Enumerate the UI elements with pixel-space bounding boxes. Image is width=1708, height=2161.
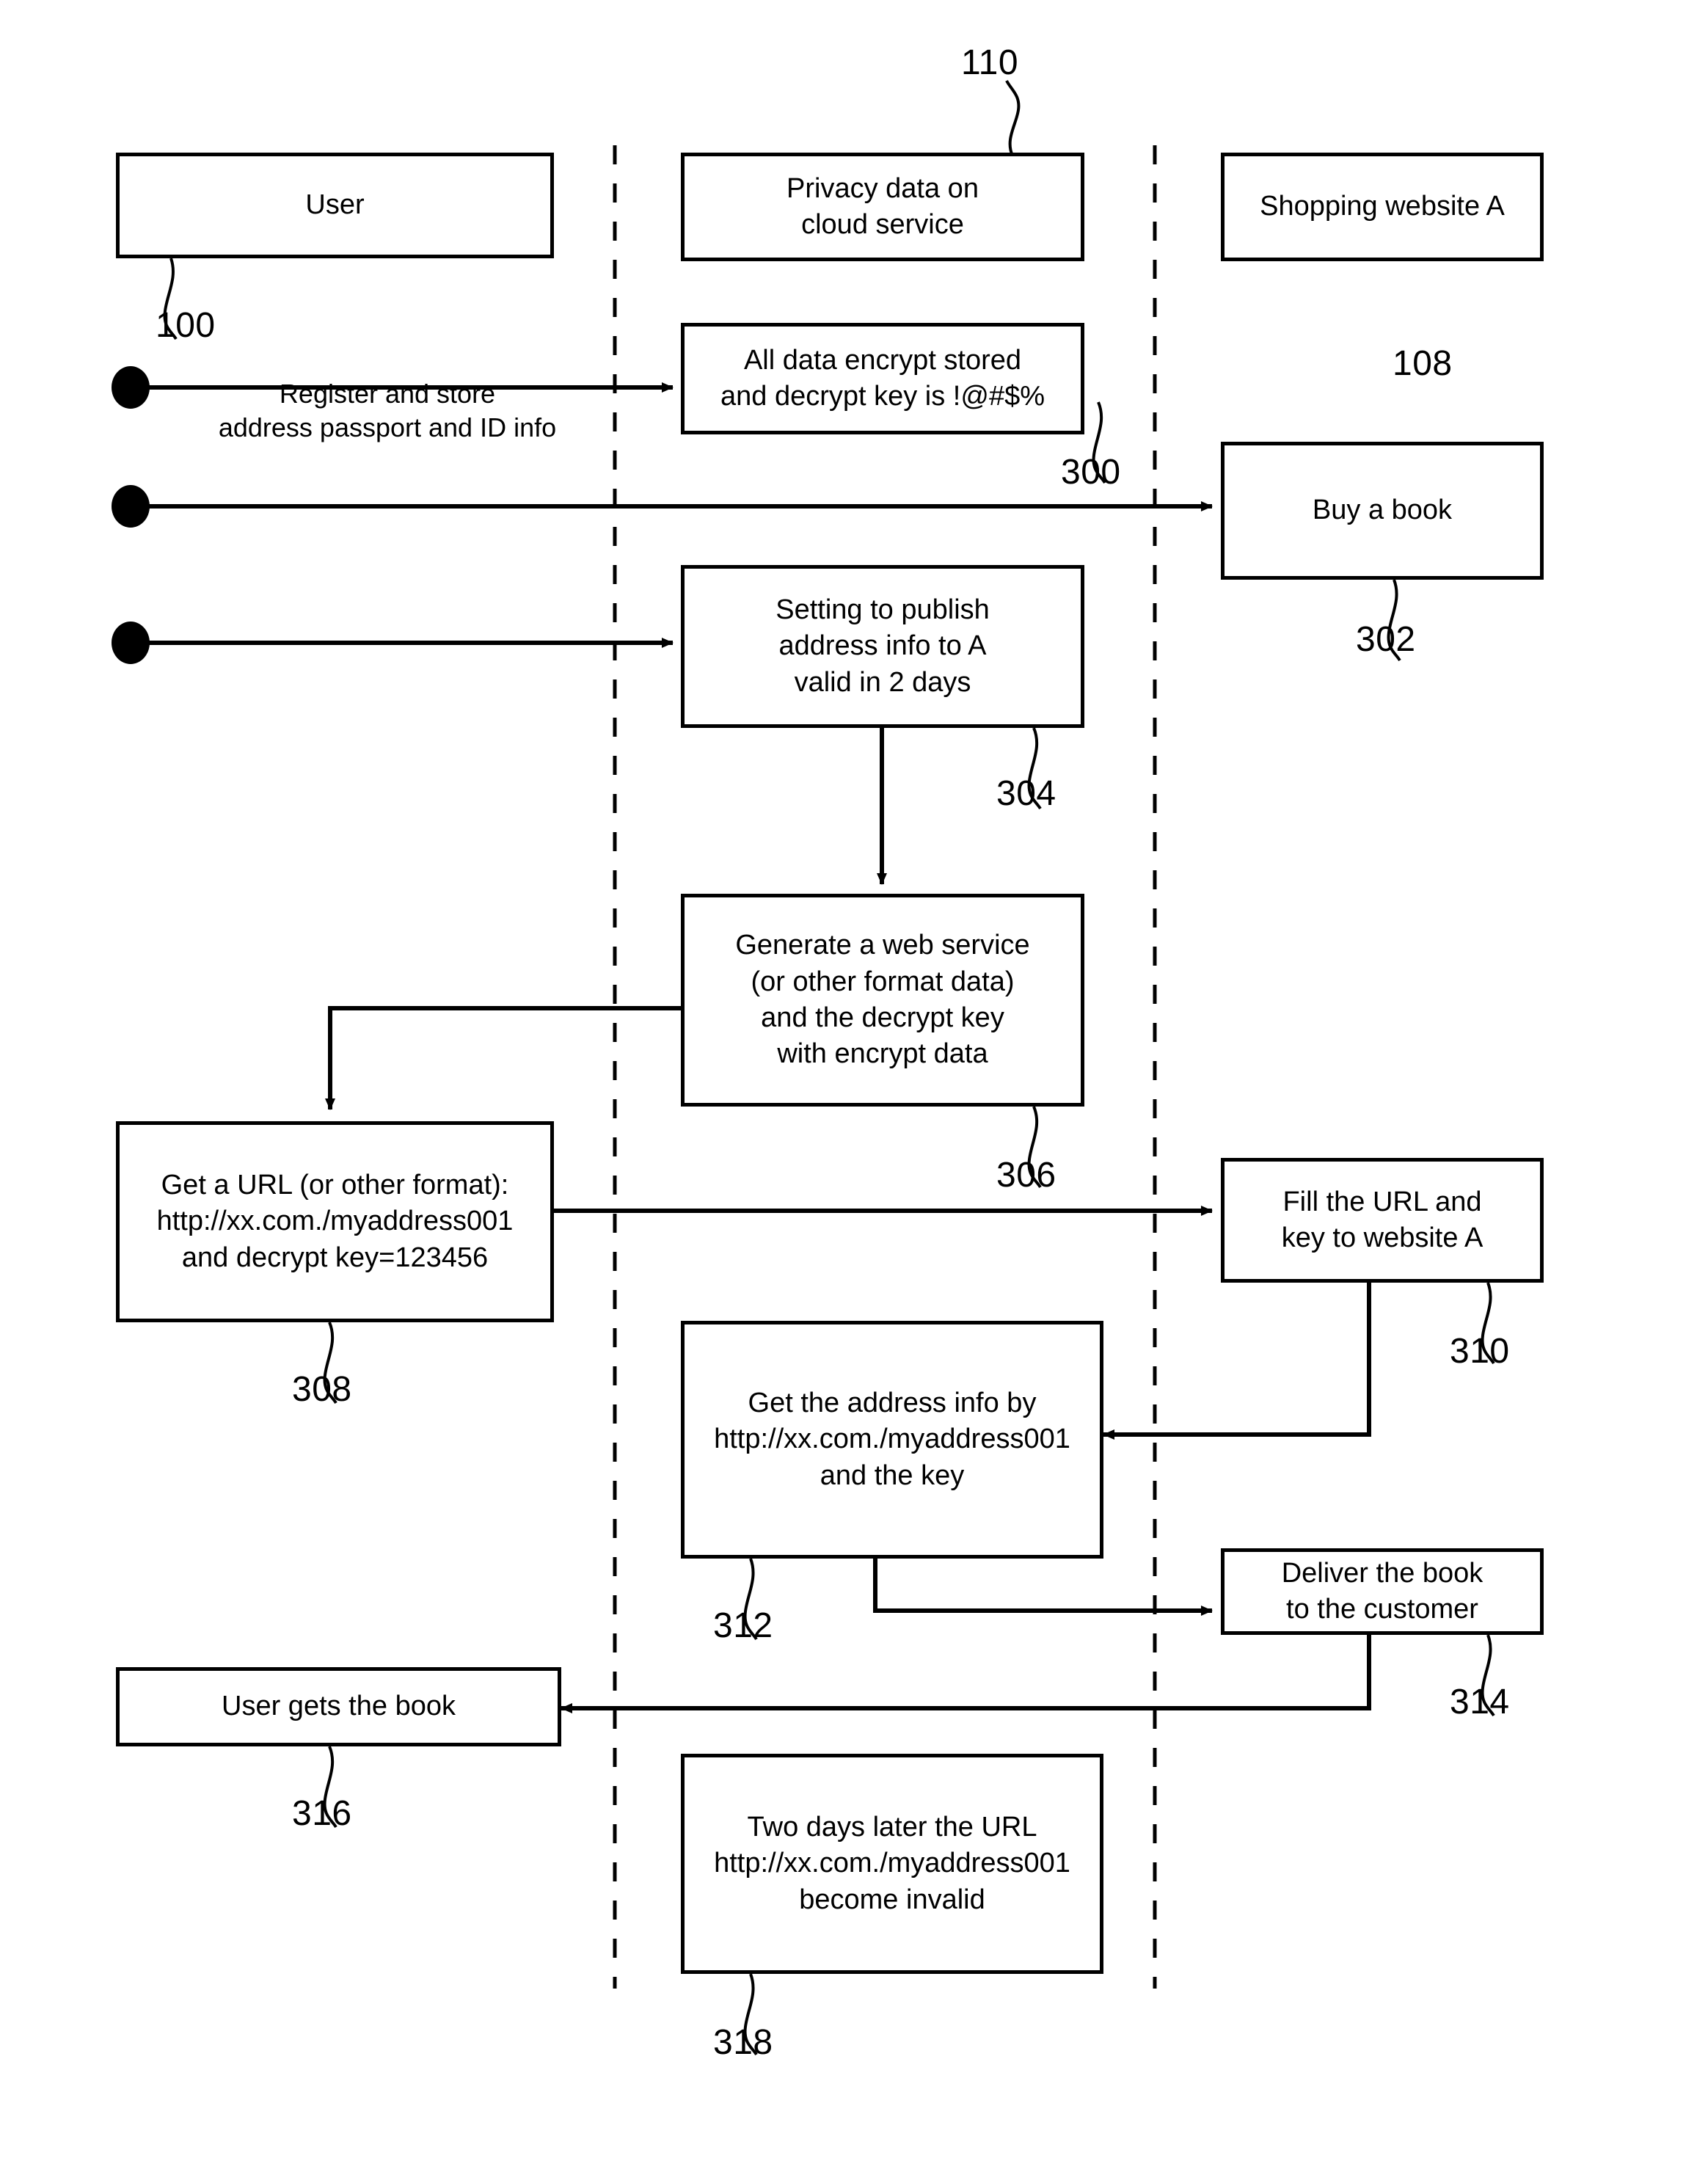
ref-100-text: 100 xyxy=(156,306,216,345)
node-privacy-data-cloud-service[interactable]: Privacy data on cloud service xyxy=(681,153,1084,261)
node-two-days-later-url-invalid[interactable]: Two days later the URL http://xx.com./my… xyxy=(681,1754,1103,1974)
ref-312-text: 312 xyxy=(713,1606,773,1645)
node-all-data-encrypt-stored-label: All data encrypt stored and decrypt key … xyxy=(720,344,1045,412)
node-fill-the-url-and-key[interactable]: Fill the URL and key to website A xyxy=(1221,1158,1544,1283)
ref-number-308: 308 xyxy=(292,1372,352,1407)
node-user-gets-the-book[interactable]: User gets the book xyxy=(116,1667,561,1746)
node-setting-to-publish[interactable]: Setting to publish address info to A val… xyxy=(681,565,1084,728)
ref-304-text: 304 xyxy=(996,774,1056,813)
node-two-days-later-url-invalid-label: Two days later the URL http://xx.com./my… xyxy=(714,1811,1070,1915)
node-get-a-url-label: Get a URL (or other format): http://xx.c… xyxy=(156,1169,514,1273)
node-generate-a-web-service[interactable]: Generate a web service (or other format … xyxy=(681,894,1084,1107)
arrow-312-to-314 xyxy=(873,1559,1213,1616)
node-user-gets-the-book-label: User gets the book xyxy=(222,1691,456,1722)
arrow-314-to-316 xyxy=(561,1635,1371,1713)
ref-number-316: 316 xyxy=(292,1796,352,1832)
node-fill-the-url-and-key-label: Fill the URL and key to website A xyxy=(1281,1186,1483,1253)
figure-canvas: User Privacy data on cloud service Shopp… xyxy=(0,0,1708,2161)
edge-label-register-and-store-text: Register and store address passport and … xyxy=(218,379,557,443)
ref-number-302: 302 xyxy=(1356,622,1416,657)
ref-number-300: 300 xyxy=(1061,455,1121,490)
node-all-data-encrypt-stored[interactable]: All data encrypt stored and decrypt key … xyxy=(681,323,1084,434)
ref-number-306: 306 xyxy=(996,1158,1056,1193)
node-get-the-address-info-label: Get the address info by http://xx.com./m… xyxy=(714,1387,1070,1491)
ref-number-314: 314 xyxy=(1450,1685,1510,1720)
ref-number-318: 318 xyxy=(713,2025,773,2060)
node-get-a-url[interactable]: Get a URL (or other format): http://xx.c… xyxy=(116,1121,554,1322)
node-privacy-data-cloud-service-label: Privacy data on cloud service xyxy=(787,172,979,240)
node-user[interactable]: User xyxy=(116,153,554,258)
ref-number-310: 310 xyxy=(1450,1334,1510,1369)
ref-number-304: 304 xyxy=(996,776,1056,812)
node-generate-a-web-service-label: Generate a web service (or other format … xyxy=(735,930,1030,1070)
node-setting-to-publish-label: Setting to publish address info to A val… xyxy=(775,594,990,698)
node-deliver-the-book[interactable]: Deliver the book to the customer xyxy=(1221,1548,1544,1635)
ref-110-text: 110 xyxy=(961,43,1019,82)
leader-110 xyxy=(1005,80,1021,156)
ref-306-text: 306 xyxy=(996,1156,1056,1195)
ref-300-text: 300 xyxy=(1061,453,1121,492)
node-shopping-website-a-label: Shopping website A xyxy=(1260,191,1505,222)
ref-number-110: 110 xyxy=(961,45,1018,81)
ref-302-text: 302 xyxy=(1356,620,1416,659)
ref-316-text: 316 xyxy=(292,1794,352,1833)
arrow-310-to-312 xyxy=(1103,1283,1371,1440)
ref-number-312: 312 xyxy=(713,1608,773,1644)
node-deliver-the-book-label: Deliver the book to the customer xyxy=(1281,1557,1483,1625)
ref-108-text: 108 xyxy=(1393,344,1453,383)
ref-number-108: 108 xyxy=(1393,346,1453,382)
node-get-the-address-info[interactable]: Get the address info by http://xx.com./m… xyxy=(681,1321,1103,1559)
ref-310-text: 310 xyxy=(1450,1332,1510,1371)
ref-318-text: 318 xyxy=(713,2023,773,2062)
arrow-306-to-308 xyxy=(325,1006,681,1110)
node-shopping-website-a[interactable]: Shopping website A xyxy=(1221,153,1544,261)
ref-308-text: 308 xyxy=(292,1370,352,1409)
ref-314-text: 314 xyxy=(1450,1683,1510,1721)
ref-number-100: 100 xyxy=(156,308,216,343)
node-user-label: User xyxy=(305,189,365,221)
node-buy-a-book[interactable]: Buy a book xyxy=(1221,442,1544,580)
node-buy-a-book-label: Buy a book xyxy=(1312,495,1453,526)
edge-label-register-and-store: Register and store address passport and … xyxy=(167,343,607,445)
